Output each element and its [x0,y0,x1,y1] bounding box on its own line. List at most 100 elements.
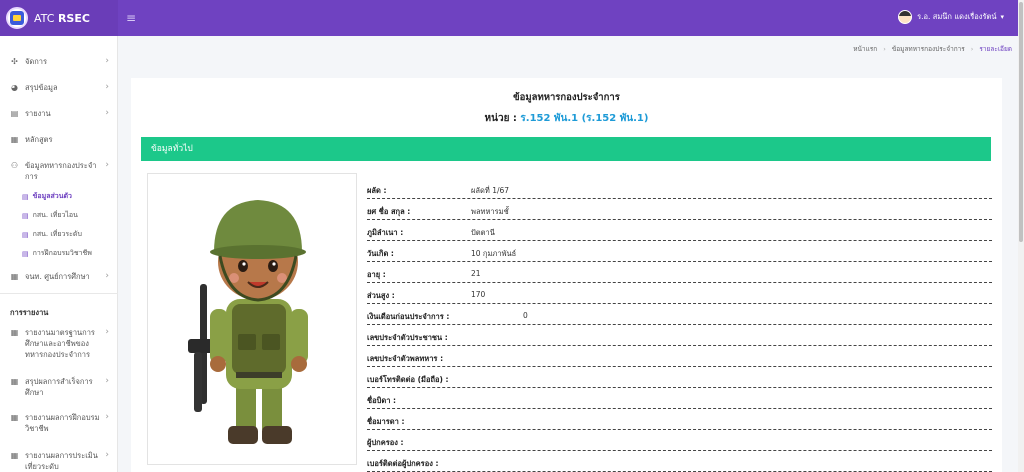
chevron-right-icon: › [105,412,109,422]
sidebar-subitem-level2[interactable]: ▤ กสน. เที่ยวระดับ [0,229,82,240]
sidebar-item-education-staff[interactable]: ▦ จนท. ศูนย์การศึกษา › [0,271,118,282]
info-row: เบอร์ติดต่อผู้ปกครอง : [367,451,992,472]
user-name: ร.อ. สมนึก แดงเรื่องรัตน์ [917,12,997,21]
unit-line: หน่วย : ร.152 พัน.1 (ร.152 พัน.1) [131,111,1002,126]
breadcrumb-section[interactable]: ข้อมูลทหารกองประจำการ [892,44,965,54]
sidebar-section-title: การรายงาน [10,308,49,317]
info-label: ส่วนสูง : [367,291,395,300]
sidebar-item-report-graduation[interactable]: ▦ สรุปผลการสำเร็จการศึกษา › [0,376,118,398]
sidebar-item-label: รายงานมาตรฐานการศึกษาและอาชีพของทหารกองป… [25,328,95,359]
chart-icon: ▤ [22,249,29,258]
sidebar-subitem-level1[interactable]: ▤ กสน. เที่ยวไอน [0,210,78,221]
unit-value: ร.152 พัน.1 (ร.152 พัน.1) [520,113,649,124]
logo-icon [6,7,28,29]
sidebar-item-label: รายงานผลการประเมินเที่ยวระดับ [25,451,98,471]
sidebar-item-label: สรุปผลการสำเร็จการศึกษา [25,377,93,397]
chart-icon: ▤ [10,109,19,118]
table-icon: ▦ [10,413,19,422]
sidebar-subitem-label: กสน. เที่ยวระดับ [32,230,82,238]
table-icon: ▦ [10,328,19,337]
info-label: ชื่อมารดา : [367,417,405,426]
table-icon: ▦ [10,272,19,281]
breadcrumb-separator: › [970,45,974,53]
sidebar-subitem-personal[interactable]: ▤ ข้อมูลส่วนตัว [0,191,72,202]
sidebar-item-label: หลักสูตร [25,135,53,144]
chevron-right-icon: › [105,108,109,118]
breadcrumb-home[interactable]: หน้าแรก [853,44,877,54]
info-row: ภูมิลำเนา : ปัตตานี [367,220,992,241]
info-value: 170 [471,290,486,299]
page-scrollbar[interactable] [1018,0,1024,472]
top-navbar: ATC RSEC ≡ ร.อ. สมนึก แดงเรื่องรัตน์ ▾ [0,0,1018,36]
users-icon: ⚇ [10,161,19,170]
breadcrumb-separator: › [883,45,886,53]
sidebar: ✣ จัดการ › ◕ สรุปข้อมูล › ▤ รายงาน › ▦ ห… [0,36,118,472]
chart-icon: ▤ [22,211,29,220]
info-row: ผู้ปกครอง : [367,430,992,451]
info-label: เบอร์ติดต่อผู้ปกครอง : [367,459,439,468]
sidebar-item-report-standard[interactable]: ▦ รายงานมาตรฐานการศึกษาและอาชีพของทหารกอ… [0,327,118,360]
info-table: ผลัด : ผลัดที่ 1/67 ยศ ชื่อ สกุล : พลทหารม… [367,178,992,472]
section-header: ข้อมูลทั่วไป [141,137,991,161]
sidebar-subitem-label: ข้อมูลส่วนตัว [32,192,72,200]
sidebar-divider [0,293,118,294]
sidebar-item-label: สรุปข้อมูล [25,83,58,92]
chevron-right-icon: › [105,271,109,281]
sidebar-item-manage[interactable]: ✣ จัดการ › [0,56,118,67]
info-label: อายุ : [367,270,386,279]
avatar [898,10,913,24]
info-row: เบอร์โทรติดต่อ (มือถือ) : [367,367,992,388]
info-row: ชื่อมารดา : [367,409,992,430]
soldier-illustration [188,200,308,444]
info-value: ผลัดที่ 1/67 [471,186,510,195]
info-label: เลขประจำตัวประชาชน : [367,333,448,342]
info-label: ผู้ปกครอง : [367,438,404,447]
sidebar-subitem-vocational[interactable]: ▤ การฝึกอบรมวิชาชีพ [0,248,92,259]
breadcrumb-current: รายละเอียด [979,45,1012,53]
sidebar-item-report-vocational[interactable]: ▦ รายงานผลการฝึกอบรมวิชาชีพ › [0,412,118,434]
soldier-photo [147,173,357,465]
info-label: ชื่อบิดา : [367,396,397,405]
chevron-right-icon: › [105,56,109,66]
move-icon: ✣ [11,57,18,66]
info-value: 0 [523,311,528,320]
detail-card: ข้อมูลทหารกองประจำการ หน่วย : ร.152 พัน.… [131,78,1002,472]
chart-icon: ▤ [22,192,29,201]
info-value: 10 กุมภาพันธ์ [471,249,517,258]
info-row: ยศ ชื่อ สกุล : พลทหารมชั้ [367,199,992,220]
sidebar-subitem-label: การฝึกอบรมวิชาชีพ [32,249,92,257]
info-value: 21 [471,269,481,278]
brand[interactable]: ATC RSEC [0,0,118,36]
scrollbar-thumb[interactable] [1019,2,1023,242]
chevron-right-icon: › [105,82,109,92]
pie-chart-icon: ◕ [11,83,18,92]
hamburger-menu-icon[interactable]: ≡ [126,11,136,25]
table-icon: ▦ [10,135,19,144]
sidebar-item-label: รายงานผลการฝึกอบรมวิชาชีพ [25,413,100,433]
info-row: เลขประจำตัวพลทหาร : [367,346,992,367]
sidebar-item-soldier-data[interactable]: ⚇ ข้อมูลทหารกองประจำการ › [0,160,118,182]
info-row: ส่วนสูง : 170 [367,283,992,304]
info-label: เบอร์โทรติดต่อ (มือถือ) : [367,375,449,384]
brand-name: RSEC [57,11,90,25]
info-row: อายุ : 21 [367,262,992,283]
sidebar-item-course[interactable]: ▦ หลักสูตร [0,134,118,145]
info-row: เลขประจำตัวประชาชน : [367,325,992,346]
user-menu[interactable]: ร.อ. สมนึก แดงเรื่องรัตน์ ▾ [898,10,1004,24]
info-row: วันเกิด : 10 กุมภาพันธ์ [367,241,992,262]
caret-down-icon: ▾ [1000,13,1004,21]
sidebar-item-label: จนท. ศูนย์การศึกษา [25,272,90,281]
info-value: ปัตตานี [471,228,495,237]
sidebar-item-label: จัดการ [25,57,48,66]
table-icon: ▦ [10,377,19,386]
breadcrumb: หน้าแรก › ข้อมูลทหารกองประจำการ › รายละเ… [853,44,1012,54]
info-value: พลทหารมชั้ [471,207,509,216]
sidebar-item-report-assessment[interactable]: ▦ รายงานผลการประเมินเที่ยวระดับ › [0,450,118,472]
sidebar-item-report[interactable]: ▤ รายงาน › [0,108,118,119]
info-row: ผลัด : ผลัดที่ 1/67 [367,178,992,199]
chevron-right-icon: › [105,450,109,460]
info-label: เลขประจำตัวพลทหาร : [367,354,444,363]
chevron-right-icon: › [105,327,109,337]
sidebar-item-summary[interactable]: ◕ สรุปข้อมูล › [0,82,118,93]
info-row: เงินเดือนก่อนประจำการ : 0 [367,304,992,325]
